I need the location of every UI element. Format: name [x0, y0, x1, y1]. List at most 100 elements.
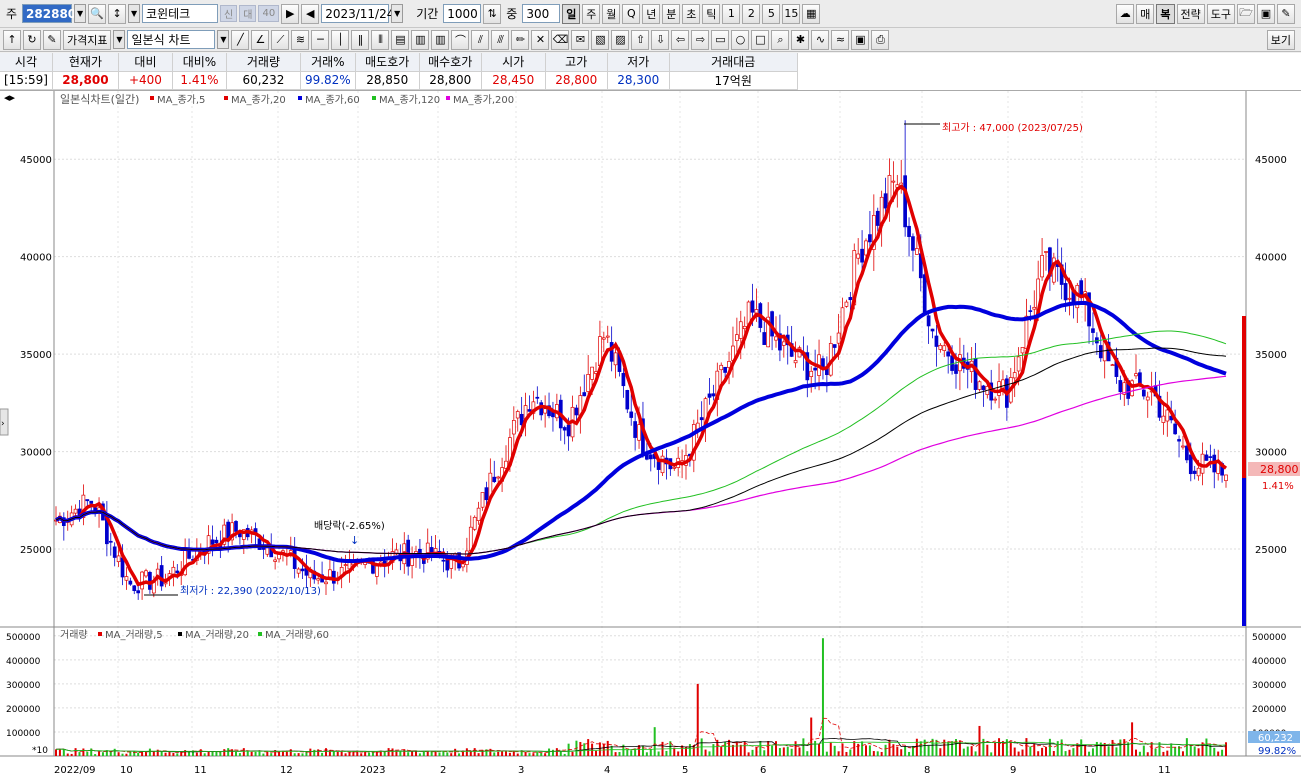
fill-icon[interactable]: ▧	[591, 29, 610, 50]
note-icon[interactable]: ✉	[571, 29, 590, 50]
sort-icon[interactable]: ↕	[108, 3, 127, 24]
volume-bar	[657, 751, 660, 756]
vol-legend-swatch-1	[178, 632, 182, 636]
duplicate-button[interactable]: 복	[1156, 3, 1175, 24]
volume-bar	[1056, 741, 1059, 756]
volume-bar	[720, 746, 723, 756]
wrench-icon[interactable]: ✎	[1277, 3, 1295, 24]
folder-icon[interactable]: 🗁	[1237, 3, 1255, 24]
price-chart[interactable]: 45000 45000 40000 40000 35000 35000 30000 30000…	[0, 91, 1301, 776]
vline-icon[interactable]: │	[331, 29, 350, 50]
tf-button-3[interactable]: Q	[622, 3, 641, 24]
search-icon[interactable]: 🔍	[88, 3, 107, 24]
fan-icon[interactable]: ≋	[291, 29, 310, 50]
stock-code-input[interactable]: 282880	[22, 4, 76, 23]
sort-dropdown[interactable]: ▼	[128, 4, 141, 23]
volume-bar	[497, 751, 500, 756]
tools-button[interactable]: 도구	[1206, 3, 1235, 24]
arrow-left-icon[interactable]: ⇦	[671, 29, 690, 50]
chart-type-dropdown[interactable]: ▼	[217, 30, 230, 49]
tf-button-7[interactable]: 틱	[702, 3, 721, 24]
tf-button-1[interactable]: 주	[582, 3, 601, 24]
tf-button-0[interactable]: 일	[562, 3, 581, 24]
period-input[interactable]: 1000	[443, 4, 482, 23]
volume-bar	[900, 749, 903, 756]
stock-name-field[interactable]: 코윈테크	[142, 4, 219, 23]
arc-icon[interactable]: ⌒	[451, 29, 470, 50]
bar-icon[interactable]: ▥	[411, 29, 430, 50]
wave-icon[interactable]: ∿	[811, 29, 830, 50]
x-label-13: 10	[1084, 765, 1097, 776]
ray-icon[interactable]: ⟋	[271, 29, 290, 50]
wave2-icon[interactable]: ≈	[831, 29, 850, 50]
cross-icon[interactable]: ✕	[531, 29, 550, 50]
view-button[interactable]: 보기	[1266, 29, 1295, 50]
volume-bar	[1197, 748, 1200, 756]
refresh-icon[interactable]: ↻	[23, 29, 41, 50]
spin-icon[interactable]: ⇅	[483, 3, 502, 24]
angle-icon[interactable]: ∠	[251, 29, 270, 50]
tf-button-11[interactable]: 15	[782, 3, 801, 24]
strategy-button[interactable]: 전략	[1176, 3, 1205, 24]
candle-body	[699, 417, 704, 421]
ma-legend-label-0: MA_종가,5	[157, 94, 205, 106]
parallel-icon[interactable]: ⫻	[491, 29, 510, 50]
bar2-icon[interactable]: ▥	[431, 29, 450, 50]
expand-icon[interactable]: ›	[1, 419, 5, 429]
price-indicator-button[interactable]: 가격지표	[63, 29, 112, 50]
multi-vline-icon[interactable]: ‖	[351, 29, 370, 50]
pencil-icon[interactable]: ✏	[511, 29, 530, 50]
stock-code-dropdown[interactable]: ▼	[74, 4, 87, 23]
magic-icon[interactable]: ✱	[791, 29, 810, 50]
trade-button[interactable]: 매	[1136, 3, 1155, 24]
tf-button-10[interactable]: 5	[762, 3, 781, 24]
x-label-3: 12	[280, 765, 293, 776]
chart-type-select[interactable]: 일본식 차트	[127, 30, 216, 49]
calendar-icon[interactable]: ▦	[802, 3, 821, 24]
up-down-icon[interactable]: ↑	[3, 29, 21, 50]
cloud-icon[interactable]: ☁	[1116, 3, 1135, 24]
tf-button-5[interactable]: 분	[662, 3, 681, 24]
arrow-right-icon[interactable]: ⇨	[691, 29, 710, 50]
indicator-dropdown[interactable]: ▼	[113, 30, 126, 49]
volume-bar	[1048, 738, 1051, 756]
trendline-icon[interactable]: ╱	[231, 29, 250, 50]
volume-bar	[524, 752, 527, 756]
arrow-down-icon[interactable]: ⇩	[651, 29, 670, 50]
tf-button-2[interactable]: 월	[602, 3, 621, 24]
date-input[interactable]: 2023/11/24	[321, 4, 394, 23]
edit-icon[interactable]: ✎	[43, 29, 61, 50]
quote-header-1: 현재가	[52, 53, 119, 72]
save-icon[interactable]: ▣	[1257, 3, 1275, 24]
table-icon[interactable]: ▤	[391, 29, 410, 50]
volume-bar	[810, 717, 813, 756]
volume-bar	[919, 741, 922, 756]
tf-button-4[interactable]: 년	[642, 3, 661, 24]
play-icon[interactable]: ▶	[281, 3, 300, 24]
circle-icon[interactable]: ○	[731, 29, 750, 50]
date-dropdown[interactable]: ▼	[391, 4, 404, 23]
doc-icon[interactable]: ▭	[711, 29, 730, 50]
stack-icon[interactable]: ▨	[611, 29, 630, 50]
grid-vline-icon[interactable]: ⦀	[371, 29, 390, 50]
hline-icon[interactable]: ─	[311, 29, 330, 50]
overlap-input[interactable]: 300	[522, 4, 561, 23]
volume-bar	[872, 751, 875, 756]
collapse-icon[interactable]: ◂▸	[4, 91, 16, 104]
volume-bar	[806, 751, 809, 756]
print-icon[interactable]: ⎙	[871, 29, 890, 50]
candle-body	[1185, 445, 1189, 461]
channel-icon[interactable]: ⫽	[471, 29, 490, 50]
x-label-1: 10	[120, 765, 133, 776]
eraser-icon[interactable]: ⌫	[551, 29, 570, 50]
tf-button-6[interactable]: 초	[682, 3, 701, 24]
tf-button-8[interactable]: 1	[722, 3, 741, 24]
back-icon[interactable]: ◀	[301, 3, 320, 24]
zoom-icon[interactable]: ⌕	[771, 29, 790, 50]
loan-tag: 대	[239, 5, 257, 22]
x-label-6: 3	[518, 765, 524, 776]
arrow-up-icon[interactable]: ⇧	[631, 29, 650, 50]
image-icon[interactable]: ▣	[851, 29, 870, 50]
tf-button-9[interactable]: 2	[742, 3, 761, 24]
rect-icon[interactable]: □	[751, 29, 770, 50]
